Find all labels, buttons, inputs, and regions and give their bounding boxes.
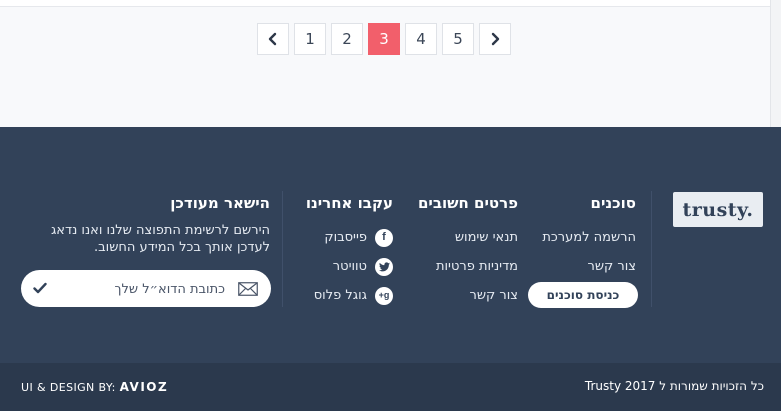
email-input[interactable] [73, 278, 227, 300]
column-divider [651, 191, 652, 307]
newsletter-form [21, 270, 271, 307]
terms-link[interactable]: תנאי שימוש [418, 223, 518, 252]
prev-page-button[interactable] [257, 23, 289, 55]
next-page-button[interactable] [479, 23, 511, 55]
content-top-edge [0, 0, 781, 7]
envelope-icon [238, 282, 258, 296]
scrollbar[interactable] [770, 0, 781, 127]
check-icon[interactable] [33, 282, 47, 294]
google-plus-icon: g+ [375, 286, 393, 305]
copyright-text: כל הזכויות שמורות ל Trusty 2017 [584, 379, 764, 393]
page-5-button[interactable]: 5 [442, 23, 474, 55]
page-2-button[interactable]: 2 [331, 23, 363, 55]
agents-contact-link[interactable]: צור קשר [542, 252, 637, 281]
page-3-button-current[interactable]: 3 [368, 23, 400, 55]
agents-title: סוכנים [590, 194, 637, 212]
google-plus-label: גוגל פלוס [313, 288, 367, 303]
twitter-label: טוויטר [332, 259, 367, 274]
agents-login-button[interactable]: כניסת סוכנים [528, 282, 638, 308]
newsletter-column: הישאר מעודכן הירשם לרשימת התפוצה שלנו וא… [20, 194, 270, 256]
twitter-icon [375, 257, 393, 276]
credit-prefix: UI & DESIGN BY: [21, 381, 116, 394]
facebook-icon: f [375, 228, 393, 247]
google-plus-link[interactable]: g+ גוגל פלוס [306, 281, 393, 310]
credit-brand: AVIOZ [119, 380, 169, 394]
newsletter-text: הירשם לרשימת התפוצה שלנו ואנו נדאג לעדכן… [50, 223, 270, 255]
chevron-right-icon [491, 32, 500, 46]
chevron-left-icon [268, 32, 277, 46]
agents-register-link[interactable]: הרשמה למערכת [542, 223, 636, 252]
newsletter-title: הישאר מעודכן [170, 194, 270, 212]
facebook-link[interactable]: f פייסבוק [306, 223, 393, 252]
info-column: פרטים חשובים תנאי שימוש מדיניות פרטיות צ… [418, 194, 518, 310]
follow-column: עקבו אחרינו f פייסבוק טוויטר g+ גוגל פלו… [306, 194, 393, 310]
facebook-label: פייסבוק [324, 230, 367, 245]
design-credit[interactable]: UI & DESIGN BY: AVIOZ [21, 380, 168, 394]
privacy-link[interactable]: מדיניות פרטיות [418, 252, 518, 281]
column-divider [282, 191, 283, 307]
agents-column: סוכנים הרשמה למערכת צור קשר [542, 194, 636, 281]
content-area: 1 2 3 4 5 [0, 0, 781, 127]
site-footer: trusty. סוכנים הרשמה למערכת צור קשר כניס… [0, 127, 781, 363]
page-1-button[interactable]: 1 [294, 23, 326, 55]
trusty-logo[interactable]: trusty. [673, 192, 763, 227]
pagination: 1 2 3 4 5 [257, 23, 511, 57]
info-title: פרטים חשובים [417, 194, 518, 212]
page-4-button[interactable]: 4 [405, 23, 437, 55]
follow-title: עקבו אחרינו [305, 194, 393, 212]
bottom-bar: UI & DESIGN BY: AVIOZ כל הזכויות שמורות … [0, 363, 781, 411]
twitter-link[interactable]: טוויטר [306, 252, 393, 281]
contact-link[interactable]: צור קשר [418, 281, 519, 310]
